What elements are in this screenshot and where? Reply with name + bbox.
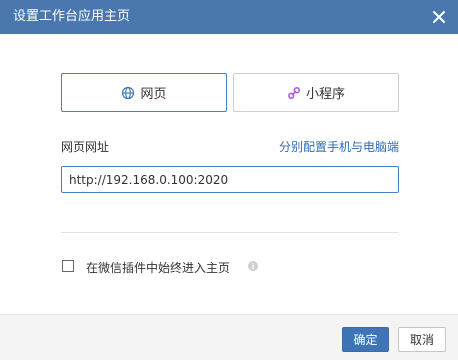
cancel-button[interactable]: 取消 (398, 327, 446, 352)
settings-dialog: 设置工作台应用主页 网页 小程序 网页网址 分别配置手机与电脑端 在微信插件中始… (0, 0, 458, 360)
dialog-footer: 确定 取消 (0, 314, 458, 360)
webpage-option-label: 网页 (140, 87, 167, 102)
section-divider (61, 232, 399, 233)
globe-icon (122, 86, 135, 99)
mini-program-option-label: 小程序 (305, 87, 345, 102)
mini-program-option-button[interactable]: 小程序 (233, 73, 399, 112)
close-icon[interactable] (430, 8, 448, 26)
always-enter-homepage-checkbox[interactable] (62, 260, 74, 272)
webpage-option-button[interactable]: 网页 (61, 73, 227, 112)
dialog-title: 设置工作台应用主页 (13, 9, 131, 24)
link-icon (287, 86, 300, 99)
url-field-label: 网页网址 (61, 140, 110, 154)
always-enter-homepage-label: 在微信插件中始终进入主页 (86, 261, 231, 275)
url-input[interactable] (61, 166, 399, 193)
dialog-titlebar: 设置工作台应用主页 (0, 0, 458, 34)
info-icon[interactable] (248, 261, 258, 271)
confirm-button[interactable]: 确定 (342, 327, 389, 352)
separate-config-link[interactable]: 分别配置手机与电脑端 (279, 138, 399, 155)
